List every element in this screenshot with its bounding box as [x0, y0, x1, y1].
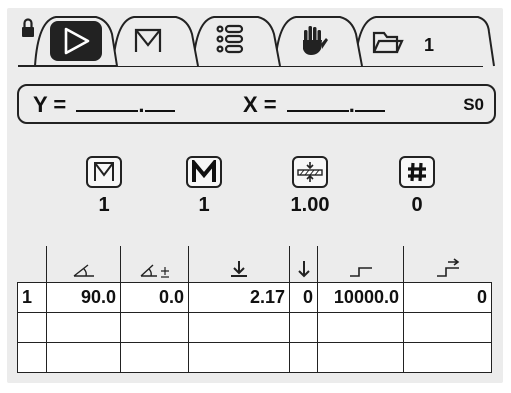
x-position-icon [349, 267, 372, 277]
angle-correction-icon [140, 264, 169, 278]
lock-icon [22, 18, 34, 37]
tab-program[interactable] [112, 16, 199, 67]
cell-retract[interactable]: 0 [403, 282, 492, 313]
y-coordinate[interactable]: Y = . [33, 92, 175, 117]
y-value-blank [76, 92, 139, 112]
cell-x-position[interactable] [317, 342, 404, 373]
retract-icon [436, 258, 460, 277]
param-die-value: 1 [98, 194, 110, 216]
cell-angle-correction[interactable]: 0.0 [120, 282, 189, 313]
coordinate-bar: Y = . X = . S0 [17, 84, 496, 124]
table-row[interactable] [17, 342, 492, 373]
cell-angle[interactable] [46, 342, 121, 373]
angle-icon [73, 264, 94, 277]
param-m-value: 1 [198, 194, 210, 216]
angle-correction-header [120, 246, 189, 283]
table-row[interactable] [17, 312, 492, 343]
param-count-value: 0 [411, 194, 423, 216]
cell-angle[interactable]: 90.0 [46, 282, 121, 313]
cell-x-position[interactable]: 10000.0 [317, 282, 404, 313]
y-down-small-icon [297, 261, 310, 278]
y-fraction-blank [144, 92, 175, 112]
tab-play[interactable] [33, 16, 119, 67]
param-thickness[interactable]: 1.00 [265, 156, 355, 216]
cell-retract[interactable] [403, 312, 492, 343]
index-header [18, 246, 47, 283]
x-fraction-blank [354, 92, 385, 112]
cell-x-position[interactable] [317, 312, 404, 343]
sheet-thickness-icon [292, 156, 328, 188]
cell-y-small[interactable] [289, 312, 318, 343]
play-tab-highlight [50, 21, 102, 61]
x-label: X = [243, 92, 277, 117]
param-die[interactable]: 1 [59, 156, 149, 216]
die-v-icon [86, 156, 122, 188]
angle-header [46, 246, 121, 283]
cell-y-small[interactable]: 0 [289, 282, 318, 313]
cell-y-small[interactable] [289, 342, 318, 373]
m-letter-icon [186, 156, 222, 188]
cell-angle-correction[interactable] [120, 312, 189, 343]
row-index [17, 342, 47, 373]
cell-retract[interactable] [403, 342, 492, 373]
tab-manual[interactable] [274, 16, 363, 67]
table-row[interactable]: 1 90.0 0.0 2.17 0 10000.0 0 [17, 282, 492, 313]
y-axis-down-icon [231, 261, 247, 277]
x-value-blank [286, 92, 349, 112]
cell-y-axis[interactable] [188, 312, 290, 343]
folder-tab-label: 1 [424, 35, 434, 55]
cell-y-axis[interactable]: 2.17 [188, 282, 290, 313]
tab-list[interactable] [192, 16, 281, 67]
tab-bar: 1 [18, 16, 495, 67]
x-coordinate[interactable]: X = . [243, 92, 385, 117]
cell-angle-correction[interactable] [120, 342, 189, 373]
x-position-header [317, 246, 404, 283]
retract-header [403, 246, 492, 283]
y-axis-header [188, 246, 290, 283]
hash-icon [399, 156, 435, 188]
table-header [18, 246, 492, 283]
row-index [17, 312, 47, 343]
y-small-header [289, 246, 318, 283]
param-thickness-value: 1.00 [290, 194, 330, 216]
y-label: Y = [33, 92, 67, 117]
param-count[interactable]: 0 [372, 156, 462, 216]
param-m[interactable]: 1 [159, 156, 249, 216]
bend-table: 1 90.0 0.0 2.17 0 10000.0 0 [17, 246, 492, 373]
tab-folder[interactable]: 1 [354, 16, 495, 67]
mode-indicator: S0 [463, 95, 484, 114]
row-index: 1 [17, 282, 47, 313]
cell-y-axis[interactable] [188, 342, 290, 373]
cell-angle[interactable] [46, 312, 121, 343]
